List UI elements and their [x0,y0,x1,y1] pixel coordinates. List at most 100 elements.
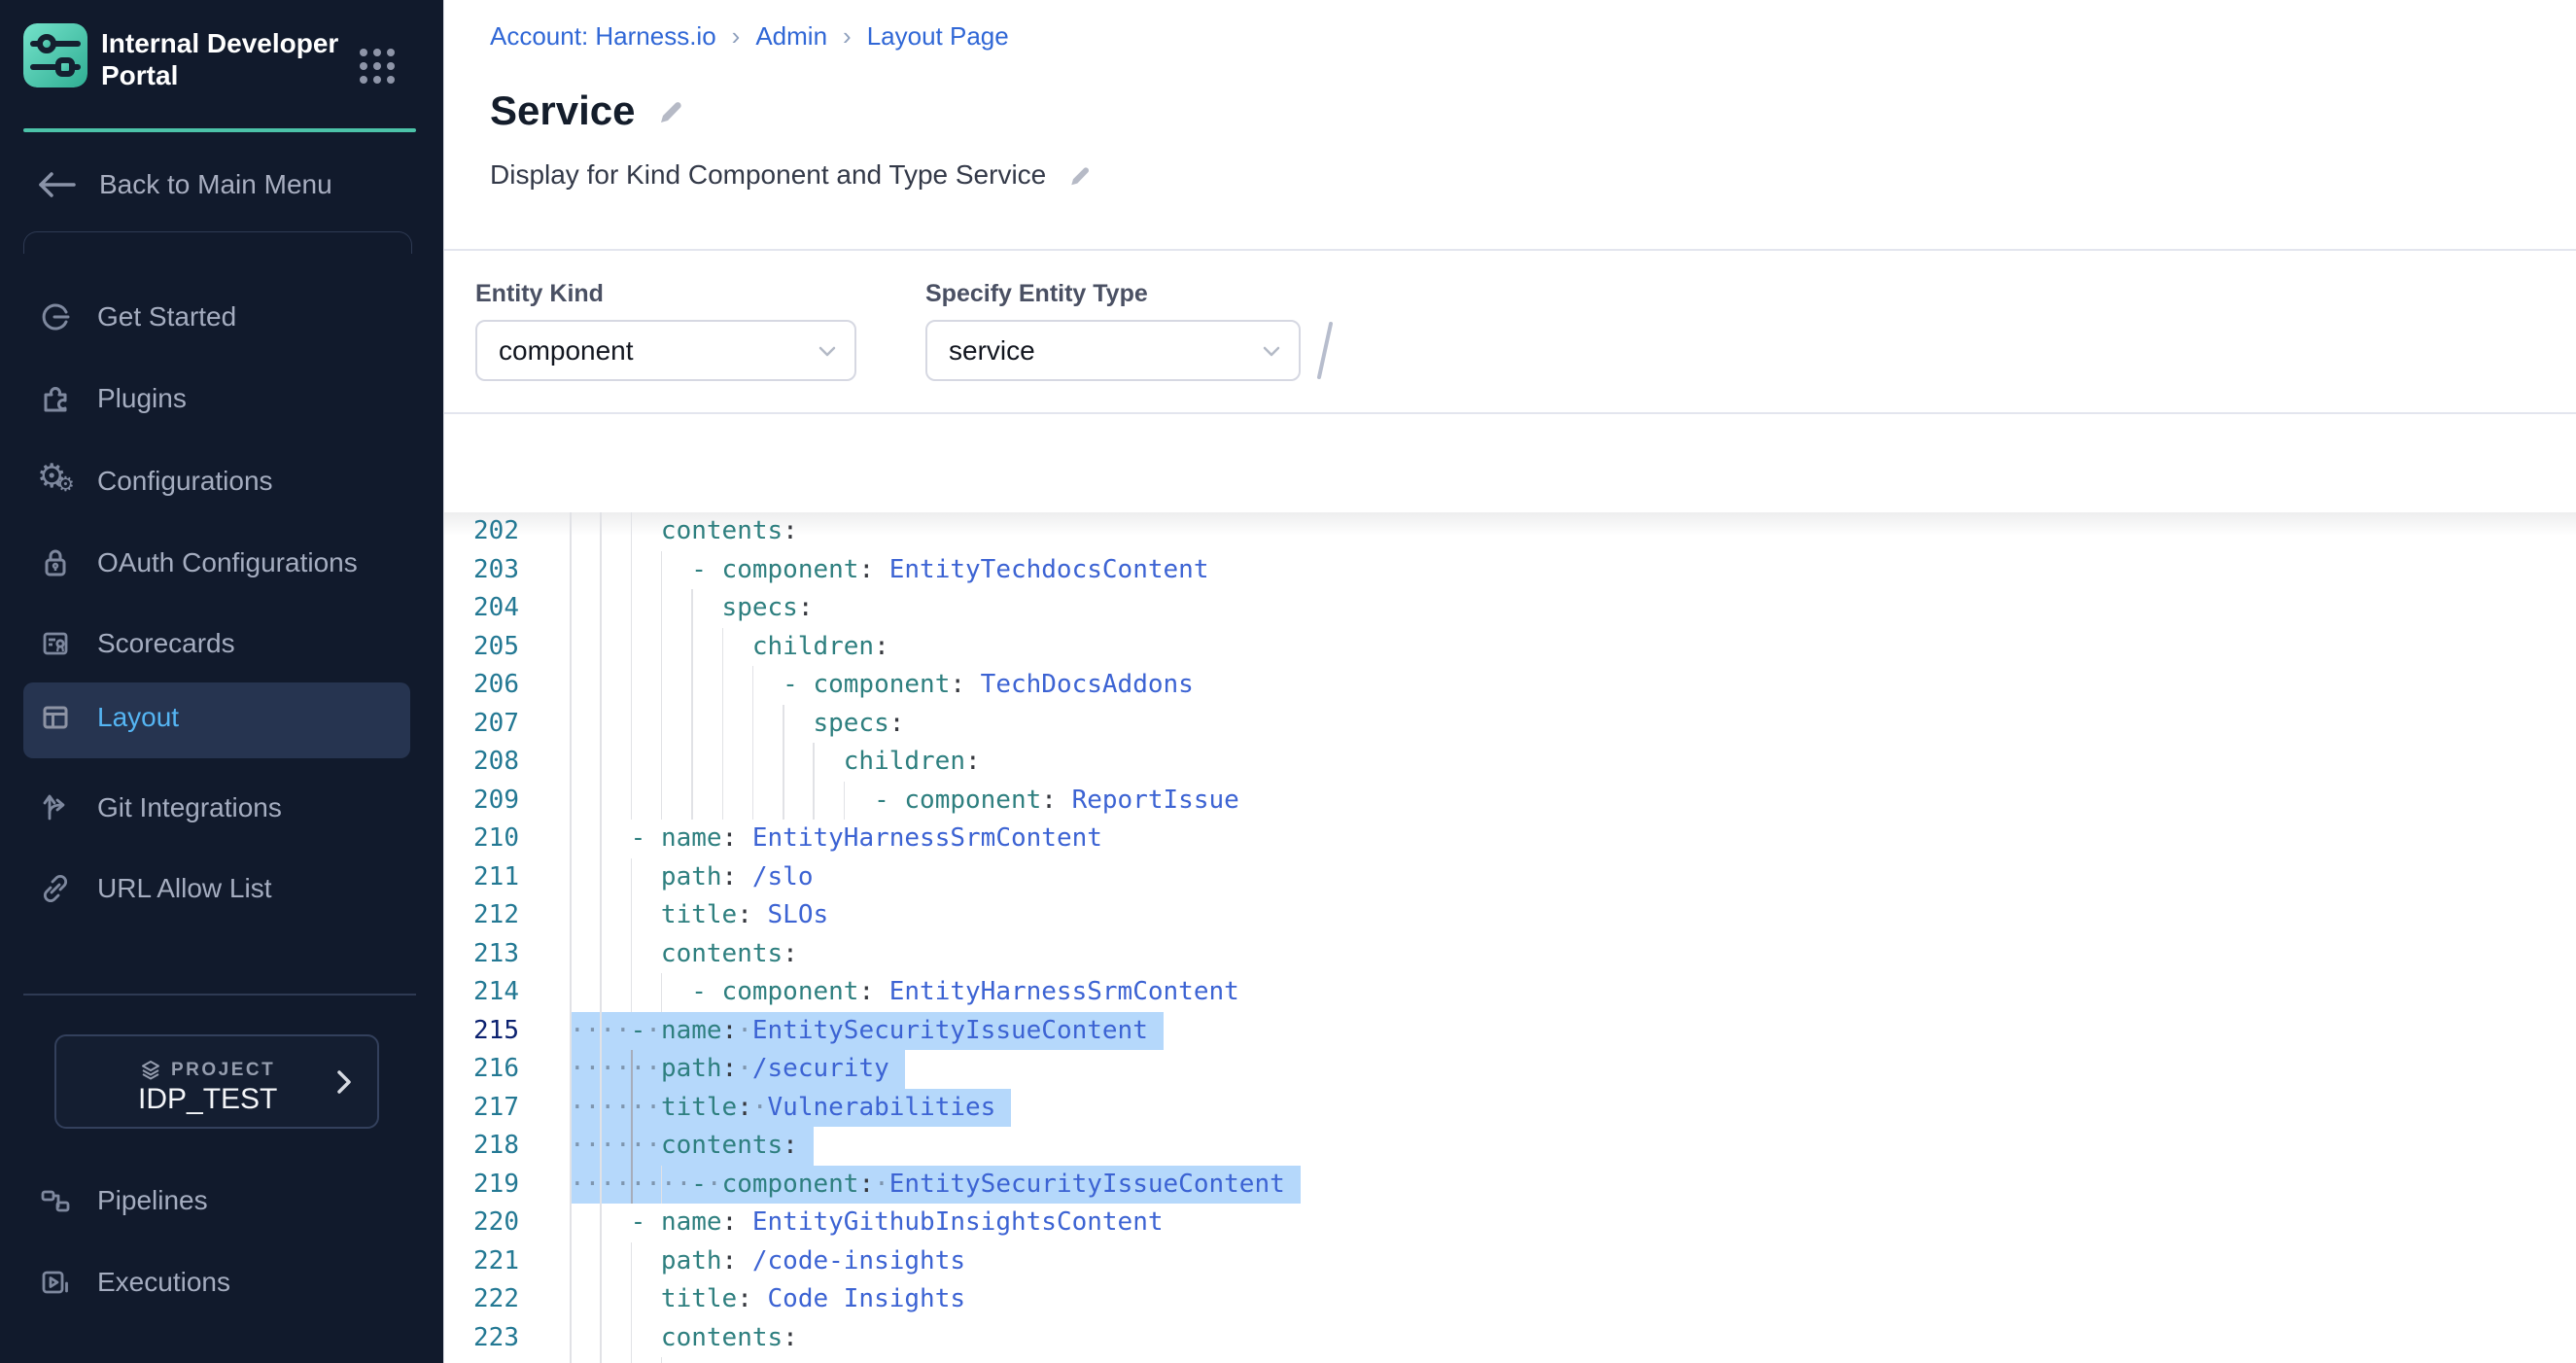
code-line[interactable]: 206 - component: TechDocsAddons [444,666,2576,705]
code-line-text: children: [570,743,981,782]
code-line[interactable]: 219········-·component:·EntitySecurityIs… [444,1166,2576,1205]
sidebar-item-get-started[interactable]: Get Started [39,297,236,336]
plugins-icon [39,382,72,415]
line-number[interactable]: 212 [448,896,519,935]
code-line[interactable]: 216 ······path:·/security [444,1050,2576,1089]
entity-kind-select[interactable]: component [475,320,856,381]
line-number[interactable]: 210 [448,820,519,858]
code-line[interactable]: 204 specs: [444,589,2576,628]
sidebar-item-git-integrations[interactable]: Git Integrations [39,788,282,827]
line-number[interactable]: 216 [448,1050,519,1089]
sidebar-item-scorecards[interactable]: Scorecards [39,624,235,663]
code-line[interactable]: 207 specs: [444,705,2576,744]
code-line[interactable]: 218······contents: [444,1127,2576,1166]
line-number[interactable]: 223 [448,1319,519,1358]
breadcrumb-separator-icon: › [732,21,741,52]
code-line-text: - name: EntityHarnessSrmContent [570,820,1102,858]
code-line[interactable]: 211 path: /slo [444,858,2576,897]
code-line-text: title: Code Insights [570,1280,965,1319]
line-number[interactable]: 214 [448,973,519,1012]
chevron-down-icon [818,346,837,358]
project-name: IDP_TEST [138,1083,277,1116]
yaml-code-editor[interactable]: 202 contents:203 - component: EntityTech… [444,0,2576,1363]
entity-type-label: Specify Entity Type [925,280,1148,308]
sidebar-item-label: Scorecards [97,628,235,659]
line-number[interactable]: 205 [448,628,519,667]
sidebar-item-oauth-configurations[interactable]: OAuth Configurations [39,543,358,582]
code-line[interactable]: 203 - component: EntityTechdocsContent [444,551,2576,590]
entity-type-select[interactable]: service [925,320,1301,381]
code-line[interactable]: 209 - component: ReportIssue [444,782,2576,821]
accent-divider [23,128,416,132]
sidebar-item-layout[interactable]: Layout [23,682,410,758]
apps-grid-icon[interactable] [360,49,399,87]
code-line-text: - component: EntityTechdocsContent [570,551,1208,590]
code-line-text: - component: EntityGithubInsightsContent [570,1357,1300,1363]
executions-icon [39,1266,72,1299]
edit-subtitle-pencil-icon[interactable] [1067,163,1091,187]
line-number[interactable]: 202 [448,512,519,551]
section-divider [444,412,2576,414]
sidebar-item-configurations[interactable]: ⚙⚙ Configurations [39,462,273,501]
code-line[interactable]: 202 contents: [444,512,2576,551]
code-line[interactable]: 217······title:·Vulnerabilities [444,1089,2576,1128]
code-line[interactable]: 220 - name: EntityGithubInsightsContent [444,1204,2576,1242]
code-line[interactable]: 210 - name: EntityHarnessSrmContent [444,820,2576,858]
line-number[interactable]: 217 [448,1089,519,1128]
code-line[interactable]: 208 children: [444,743,2576,782]
line-number[interactable]: 203 [448,551,519,590]
line-number[interactable]: 219 [448,1166,519,1205]
back-to-main-menu[interactable]: Back to Main Menu [37,163,332,206]
line-number[interactable]: 209 [448,782,519,821]
sidebar-item-label: Get Started [97,301,236,332]
code-line[interactable]: 214 - component: EntityHarnessSrmContent [444,973,2576,1012]
breadcrumb: Account: Harness.io › Admin › Layout Pag… [490,21,1009,52]
page-title: Service [490,87,635,134]
line-number[interactable]: 220 [448,1204,519,1242]
main-content: Account: Harness.io › Admin › Layout Pag… [443,0,2576,1363]
line-number[interactable]: 222 [448,1280,519,1319]
code-line[interactable]: 223 contents: [444,1319,2576,1358]
code-line-text: ······path:·/security [570,1050,889,1089]
page-subtitle: Display for Kind Component and Type Serv… [490,159,1046,191]
breadcrumb-layout-page-link[interactable]: Layout Page [867,21,1009,52]
line-number[interactable]: 206 [448,666,519,705]
line-number[interactable]: 208 [448,743,519,782]
sidebar-item-label: Git Integrations [97,792,282,823]
code-line[interactable]: 222 title: Code Insights [444,1280,2576,1319]
code-line-text: path: /code-insights [570,1242,965,1281]
breadcrumb-admin-link[interactable]: Admin [755,21,827,52]
sidebar-item-plugins[interactable]: Plugins [39,379,187,418]
code-line[interactable]: 212 title: SLOs [444,896,2576,935]
entity-kind-label: Entity Kind [475,280,604,308]
line-number[interactable]: 204 [448,589,519,628]
code-line[interactable]: 213 contents: [444,935,2576,974]
layers-icon [140,1060,161,1081]
code-line[interactable]: 224 - component: EntityGithubInsightsCon… [444,1357,2576,1363]
sidebar-item-label: URL Allow List [97,873,271,904]
line-number[interactable]: 224 [448,1357,519,1363]
sidebar-item-executions[interactable]: Executions [39,1263,230,1302]
code-line[interactable]: 205 children: [444,628,2576,667]
sidebar-item-label: Pipelines [97,1185,208,1216]
configurations-icon: ⚙⚙ [39,465,72,498]
code-line-text: contents: [570,1319,798,1358]
line-number[interactable]: 213 [448,935,519,974]
sidebar-item-url-allow-list[interactable]: URL Allow List [39,869,271,908]
project-selector[interactable]: PROJECT IDP_TEST [54,1034,379,1129]
line-number[interactable]: 207 [448,705,519,744]
line-number[interactable]: 215 [448,1012,519,1051]
sidebar-item-pipelines[interactable]: Pipelines [39,1181,208,1220]
line-number[interactable]: 218 [448,1127,519,1166]
line-number[interactable]: 211 [448,858,519,897]
git-branch-icon [39,791,72,824]
code-line-text: - component: ReportIssue [570,782,1239,821]
edit-title-pencil-icon[interactable] [656,97,683,124]
code-line-text: path: /slo [570,858,813,897]
app-logo-icon[interactable] [23,23,87,87]
code-line[interactable]: 215····-·name:·EntitySecurityIssueConten… [444,1012,2576,1051]
breadcrumb-account-link[interactable]: Account: Harness.io [490,21,716,52]
code-line-text: - name: EntityGithubInsightsContent [570,1204,1164,1242]
code-line[interactable]: 221 path: /code-insights [444,1242,2576,1281]
line-number[interactable]: 221 [448,1242,519,1281]
